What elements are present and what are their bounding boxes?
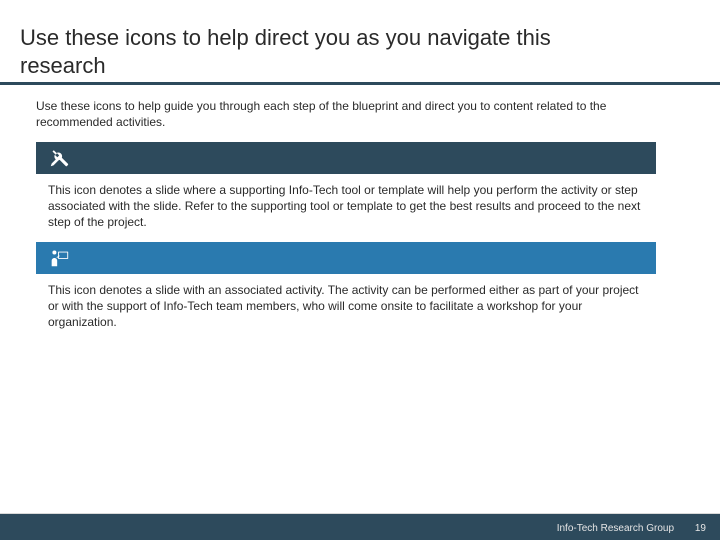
teacher-icon	[48, 247, 70, 269]
footer-page-number: 19	[695, 523, 706, 534]
section-banner-workshop	[36, 242, 656, 274]
title-underline	[0, 82, 720, 85]
footer-bar: Info-Tech Research Group 19	[0, 514, 720, 540]
section-description-tools: This icon denotes a slide where a suppor…	[48, 182, 648, 231]
section-description-workshop: This icon denotes a slide with an associ…	[48, 282, 648, 331]
slide: Use these icons to help direct you as yo…	[0, 0, 720, 540]
footer-org: Info-Tech Research Group	[557, 523, 674, 534]
tools-icon	[48, 147, 70, 169]
section-banner-tools	[36, 142, 656, 174]
slide-title: Use these icons to help direct you as yo…	[20, 24, 620, 79]
intro-text: Use these icons to help guide you throug…	[36, 98, 676, 130]
